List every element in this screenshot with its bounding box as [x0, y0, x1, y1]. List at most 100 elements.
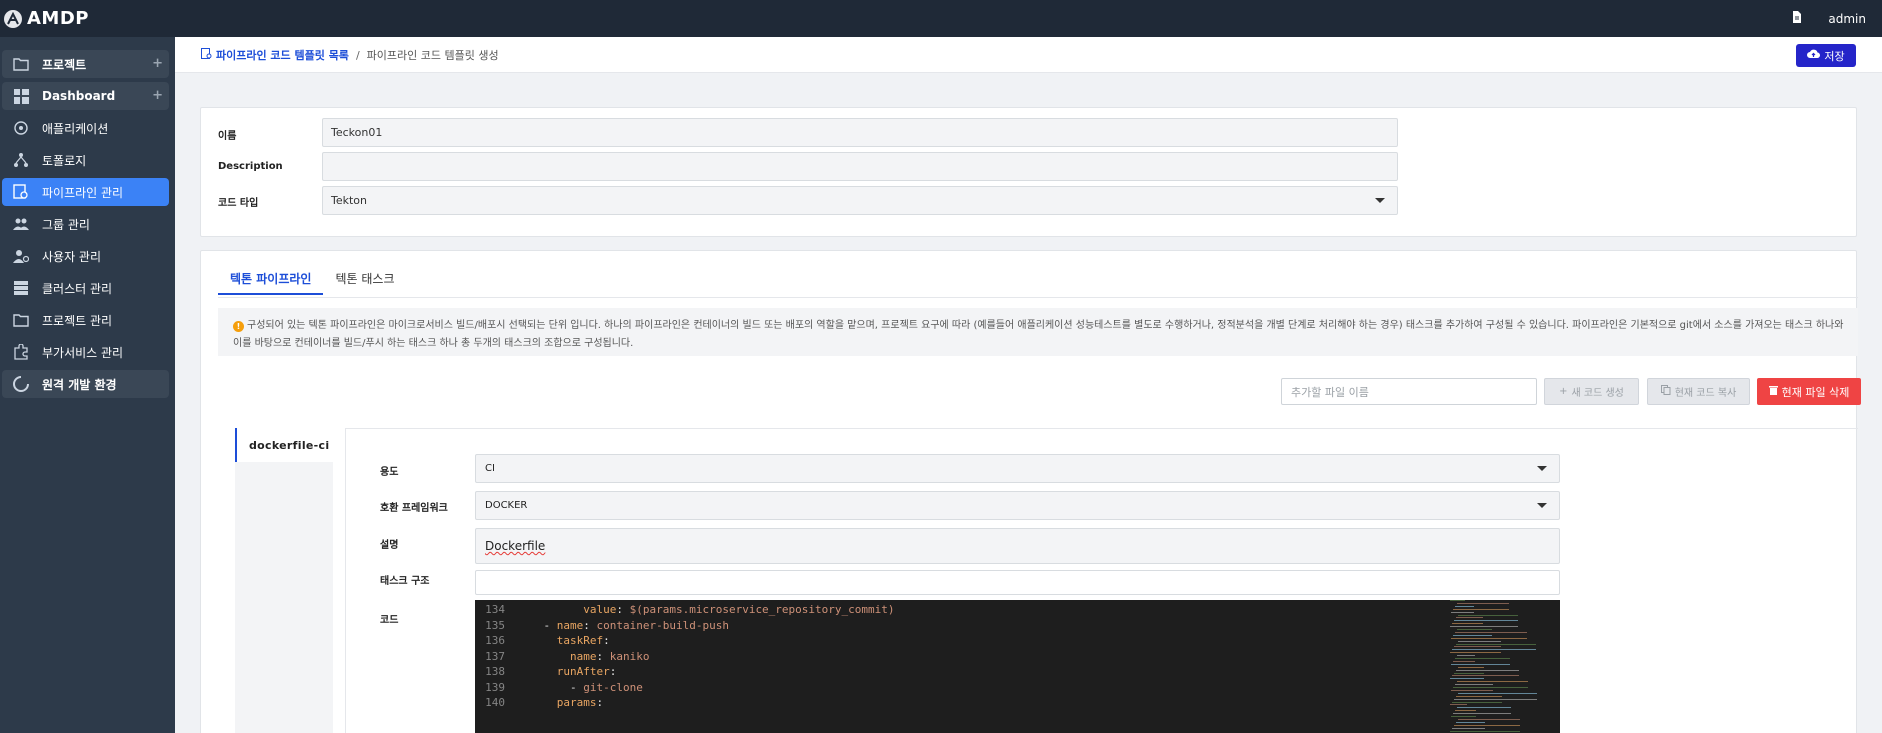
usage-label: 용도 — [380, 467, 399, 478]
minimap-line — [1453, 713, 1511, 715]
description-input[interactable] — [322, 152, 1398, 181]
sidebar-item-topology[interactable]: 토폴로지 — [2, 146, 169, 174]
line-number: 136 — [485, 634, 505, 647]
minimap-line — [1457, 681, 1528, 683]
task-structure-input[interactable] — [475, 570, 1560, 595]
loading-icon — [12, 375, 30, 393]
code-editor[interactable]: 134 value: $(params.microservice_reposit… — [475, 600, 1560, 733]
file-description-input[interactable]: Dockerfile — [475, 528, 1560, 564]
usage-select[interactable]: CI — [475, 454, 1560, 483]
sidebar-item-dashboard[interactable]: Dashboard + — [2, 82, 169, 110]
minimap-line — [1455, 631, 1527, 633]
breadcrumb-current: 파이프라인 코드 템플릿 생성 — [366, 49, 499, 62]
file-tab-dockerfile-ci[interactable]: dockerfile-ci — [235, 428, 333, 462]
code-colon: : — [616, 603, 630, 616]
document-icon[interactable] — [1792, 11, 1802, 26]
line-number: 134 — [485, 603, 505, 616]
save-label: 저장 — [1824, 50, 1845, 63]
page-header: 파이프라인 코드 템플릿 목록 / 파이프라인 코드 템플릿 생성 저장 — [175, 37, 1882, 73]
minimap-line — [1450, 678, 1484, 680]
code-minimap[interactable] — [1450, 600, 1550, 733]
warning-icon: ! — [233, 321, 244, 332]
minimap-line — [1454, 620, 1518, 622]
line-number: 140 — [485, 696, 505, 709]
name-value: Teckon01 — [331, 126, 383, 139]
dashboard-icon — [12, 87, 30, 105]
tab-bar: 텍톤 파이프라인 텍톤 태스크 — [218, 265, 406, 295]
sidebar-item-project-manage[interactable]: 프로젝트 관리 — [2, 306, 169, 334]
sidebar-item-label: 사용자 관리 — [42, 249, 102, 264]
topology-icon — [12, 151, 30, 169]
code-colon: : — [583, 618, 597, 632]
sidebar-item-cluster[interactable]: 클러스터 관리 — [2, 274, 169, 302]
breadcrumb: 파이프라인 코드 템플릿 목록 / 파이프라인 코드 템플릿 생성 — [201, 47, 499, 63]
app-title: AMDP — [27, 8, 89, 29]
minimap-line — [1457, 629, 1492, 630]
minimap-line — [1451, 637, 1527, 639]
minimap-line — [1451, 663, 1510, 665]
sidebar-item-label: 프로젝트 — [42, 57, 87, 72]
folder-icon — [12, 311, 30, 329]
minimap-line — [1454, 646, 1501, 648]
name-input[interactable]: Teckon01 — [322, 118, 1398, 147]
save-button[interactable]: 저장 — [1796, 44, 1856, 67]
code-type-select[interactable]: Tekton — [322, 186, 1398, 215]
minimap-line — [1454, 724, 1520, 726]
copy-code-button[interactable]: 현재 코드 복사 — [1647, 378, 1750, 405]
minimap-line — [1458, 692, 1537, 694]
minimap-line — [1458, 640, 1501, 642]
new-code-label: 새 코드 생성 — [1571, 388, 1624, 399]
minimap-line — [1458, 718, 1520, 720]
sidebar-item-pipeline[interactable]: 파이프라인 관리 — [2, 178, 169, 206]
code-line: 136 taskRef: — [475, 633, 1560, 649]
code-value: git-clone — [583, 680, 643, 694]
group-icon — [12, 215, 30, 233]
new-code-button[interactable]: + 새 코드 생성 — [1544, 378, 1639, 405]
sidebar-item-project[interactable]: 프로젝트 + — [2, 50, 169, 78]
copy-code-label: 현재 코드 복사 — [1674, 388, 1737, 399]
sidebar-item-application[interactable]: 애플리케이션 — [2, 114, 169, 142]
sidebar-item-label: 파이프라인 관리 — [42, 185, 124, 200]
user-name[interactable]: admin — [1828, 12, 1866, 26]
tab-tekton-task[interactable]: 텍톤 태스크 — [323, 265, 406, 295]
minimap-line — [1453, 634, 1492, 636]
template-list-icon — [201, 48, 212, 62]
framework-select[interactable]: DOCKER — [475, 491, 1560, 520]
file-description-value: Dockerfile — [485, 539, 546, 553]
minimap-line — [1455, 684, 1493, 686]
name-label: 이름 — [218, 131, 237, 142]
puzzle-icon — [12, 343, 30, 361]
code-line: 134 value: $(params.microservice_reposit… — [475, 602, 1560, 618]
code-colon: : — [596, 649, 610, 663]
app-logo[interactable]: AMDP — [4, 8, 89, 29]
minimap-line — [1457, 655, 1475, 657]
minimap-line — [1450, 652, 1501, 654]
sidebar-item-label: 프로젝트 관리 — [42, 313, 113, 328]
code-line: 138 runAfter: — [475, 664, 1560, 680]
new-file-name-input[interactable]: 추가할 파일 이름 — [1281, 378, 1537, 405]
code-value: kaniko — [609, 649, 650, 663]
minimap-line — [1452, 701, 1502, 703]
new-file-placeholder: 추가할 파일 이름 — [1291, 385, 1369, 399]
minimap-line — [1454, 672, 1484, 674]
line-number: 137 — [485, 649, 505, 663]
plus-icon[interactable]: + — [152, 88, 163, 103]
chevron-down-icon — [1537, 466, 1547, 471]
minimap-line — [1453, 608, 1509, 610]
code-line: 137 name: kaniko — [475, 649, 1560, 665]
tab-tekton-pipeline[interactable]: 텍톤 파이프라인 — [218, 265, 324, 295]
sidebar-item-remote-dev[interactable]: 원격 개발 환경 — [2, 370, 169, 398]
sidebar: 프로젝트 + Dashboard + 애플리케이션 토폴로지 파이프라인 관리 … — [0, 37, 175, 733]
code-key: name — [569, 649, 597, 663]
minimap-line — [1455, 605, 1474, 607]
minimap-line — [1452, 675, 1519, 677]
code-key: runAfter — [556, 665, 610, 678]
sidebar-item-user[interactable]: 사용자 관리 — [2, 242, 169, 270]
breadcrumb-link[interactable]: 파이프라인 코드 템플릿 목록 — [216, 47, 349, 63]
cloud-upload-icon — [1807, 49, 1821, 62]
sidebar-item-addon[interactable]: 부가서비스 관리 — [2, 338, 169, 366]
plus-icon[interactable]: + — [152, 56, 163, 71]
sidebar-item-group[interactable]: 그룹 관리 — [2, 210, 169, 238]
delete-file-button[interactable]: 현재 파일 삭제 — [1757, 378, 1861, 405]
